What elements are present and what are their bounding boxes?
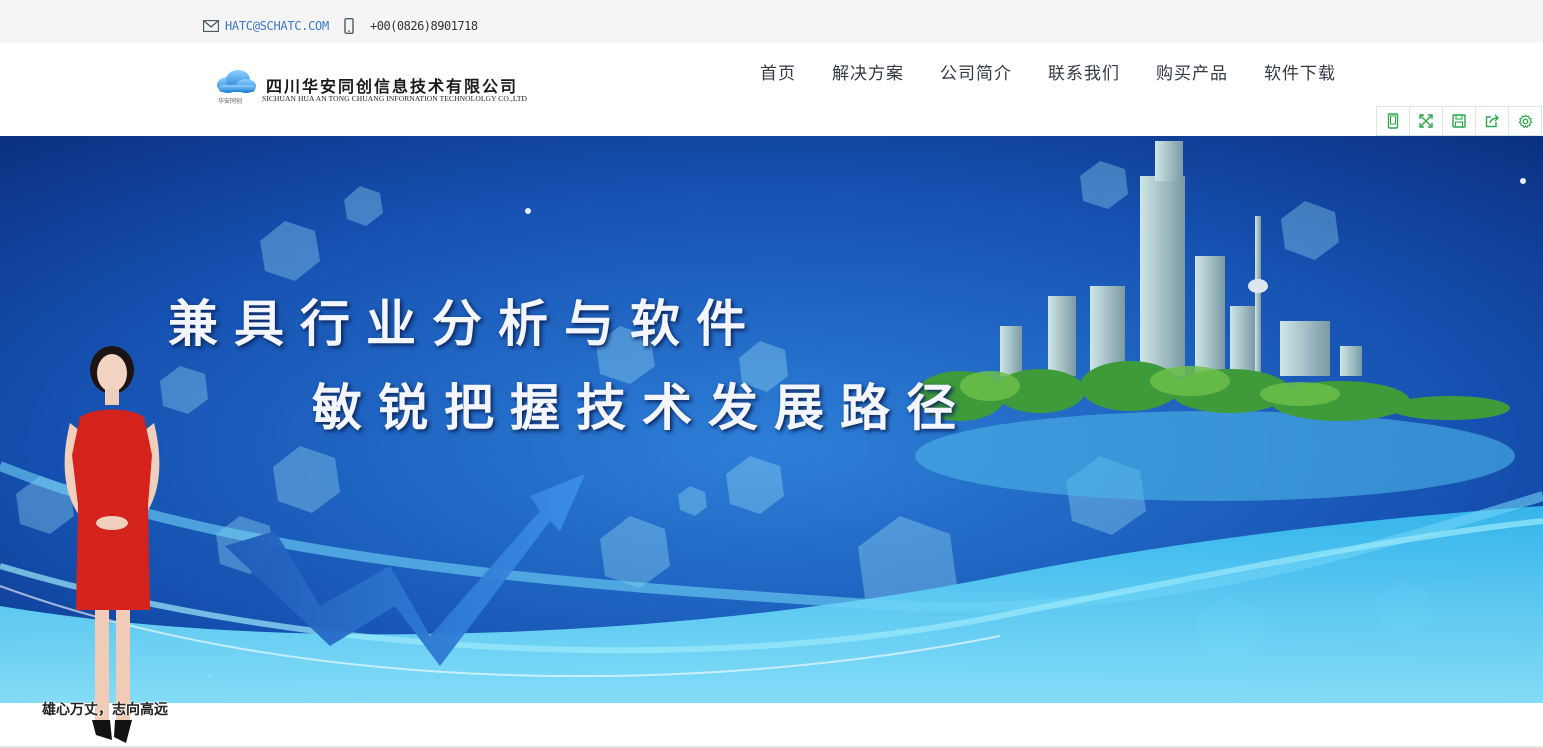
contact-email[interactable]: HATC@SCHATC.COM [203, 16, 329, 36]
settings-button[interactable] [1509, 107, 1541, 135]
fullscreen-icon [1419, 114, 1433, 128]
nav-item-solutions[interactable]: 解决方案 [832, 59, 904, 84]
fullscreen-button[interactable] [1410, 107, 1443, 135]
email-text[interactable]: HATC@SCHATC.COM [225, 19, 329, 33]
nav-item-contact[interactable]: 联系我们 [1048, 59, 1120, 84]
presenter-caption: 雄心万丈，志向高远 [42, 702, 168, 718]
mobile-view-button[interactable] [1377, 107, 1410, 135]
hero-banner[interactable]: 兼具行业分析与软件 敏锐把握技术发展路径 [0, 136, 1543, 703]
settings-icon [1518, 114, 1532, 128]
company-name-en: SICHUAN HUA AN TONG CHUANG INFORNATION T… [262, 94, 528, 103]
share-icon [1485, 114, 1499, 128]
company-logo[interactable]: 华安同创 四川华安同创信息技术有限公司 SICHUAN HUA AN TONG … [214, 68, 559, 108]
mobile-phone-icon [344, 18, 354, 34]
envelope-icon [203, 20, 219, 32]
mobile-view-icon [1387, 113, 1399, 129]
nav-item-buy[interactable]: 购买产品 [1156, 59, 1228, 84]
phone-text: +00(0826)8901718 [370, 19, 478, 33]
share-button[interactable] [1476, 107, 1509, 135]
virtual-presenter[interactable] [40, 345, 200, 745]
main-nav: 首页 解决方案 公司简介 联系我们 购买产品 软件下载 [760, 59, 1372, 84]
save-button[interactable] [1443, 107, 1476, 135]
nav-item-home[interactable]: 首页 [760, 59, 796, 84]
logo-tagline: 华安同创 [218, 98, 243, 105]
banner-slogan-line1: 兼具行业分析与软件 [168, 294, 762, 353]
banner-slogan-line2: 敏锐把握技术发展路径 [312, 378, 972, 437]
page-toolbar [1376, 106, 1542, 136]
nav-item-download[interactable]: 软件下载 [1264, 59, 1336, 84]
save-icon [1452, 114, 1466, 128]
nav-item-about[interactable]: 公司简介 [940, 59, 1012, 84]
top-contact-bar: HATC@SCHATC.COM +00(0826)8901718 [0, 0, 1543, 43]
site-header: 华安同创 四川华安同创信息技术有限公司 SICHUAN HUA AN TONG … [0, 43, 1543, 136]
contact-phone: +00(0826)8901718 [344, 16, 478, 36]
